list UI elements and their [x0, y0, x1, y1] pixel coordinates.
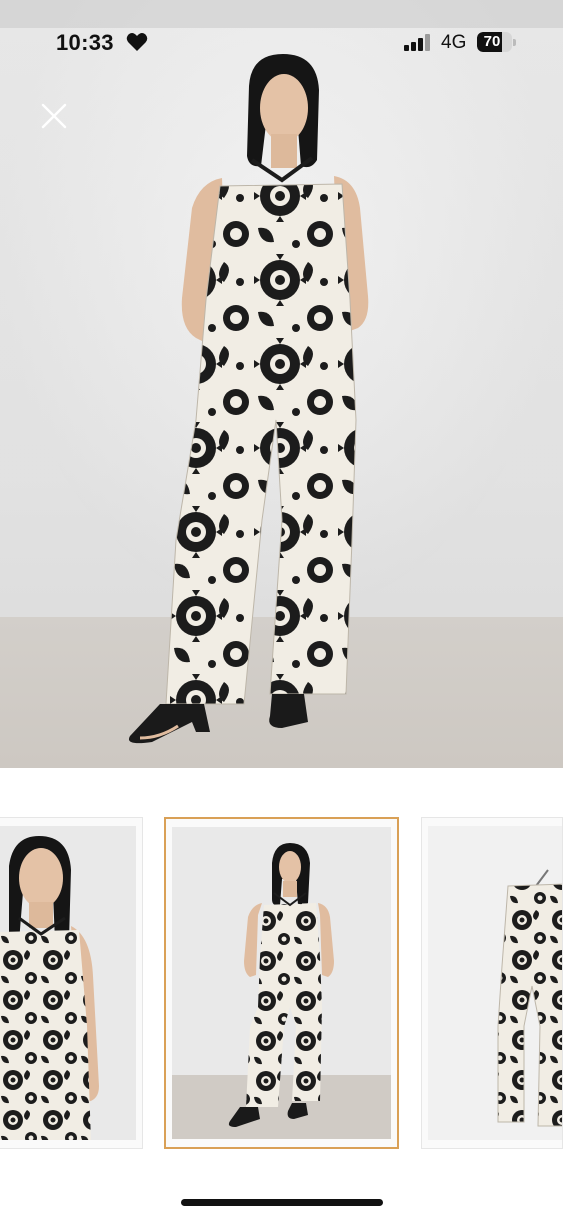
battery-cap: [513, 39, 516, 46]
model-figure: [128, 54, 369, 744]
thumbnail-1[interactable]: [0, 817, 143, 1149]
thumbnail-3[interactable]: [421, 817, 563, 1149]
product-hero-image[interactable]: [0, 0, 563, 768]
thumbnail-image: [0, 826, 136, 1140]
thumbnail-2-selected[interactable]: [164, 817, 399, 1149]
thumbnail-image: [428, 826, 562, 1140]
thumbnail-strip[interactable]: [0, 817, 563, 1149]
battery-body: 70: [477, 32, 512, 52]
product-gallery-screen: 10:33 4G 70: [0, 0, 563, 1219]
signal-icon: [404, 34, 430, 51]
battery-icon: 70: [477, 32, 517, 52]
close-button[interactable]: [38, 100, 70, 132]
status-time: 10:33: [56, 30, 114, 55]
battery-percent: 70: [483, 33, 501, 50]
heart-icon: [126, 33, 148, 51]
thumbnail-image: [172, 827, 391, 1139]
network-type: 4G: [441, 32, 467, 53]
home-indicator[interactable]: [181, 1199, 383, 1206]
close-icon: [41, 103, 67, 129]
status-bar: 10:33 4G 70: [0, 24, 563, 60]
